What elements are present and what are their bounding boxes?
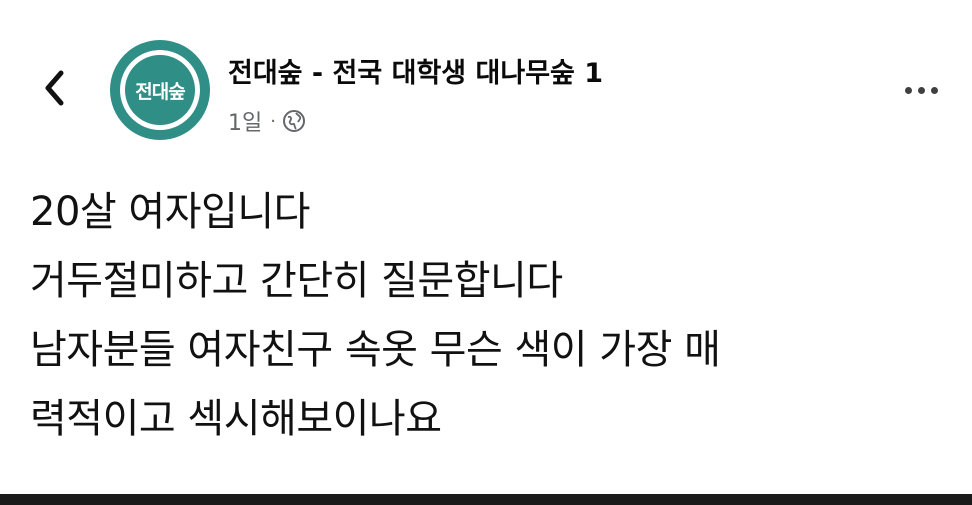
post-text-line: 거두절미하고 간단히 질문합니다 bbox=[30, 258, 563, 304]
more-horizontal-icon bbox=[930, 86, 938, 94]
globe-icon bbox=[282, 109, 306, 133]
more-horizontal-icon bbox=[917, 86, 925, 94]
avatar-ring: 전대숲 bbox=[120, 50, 200, 130]
post-body: 20살 여자입니다 거두절미하고 간단히 질문합니다 남자분들 여자친구 속옷 … bbox=[30, 178, 950, 454]
post-meta: 1일 · bbox=[228, 104, 306, 138]
post-text-line: 남자분들 여자친구 속옷 무슨 색이 가장 매 bbox=[30, 327, 721, 373]
bottom-bar bbox=[0, 494, 972, 505]
chevron-left-icon bbox=[42, 69, 66, 111]
more-options-button[interactable] bbox=[893, 72, 949, 108]
page-name[interactable]: 전대숲 - 전국 대학생 대나무숲 1 bbox=[228, 54, 603, 94]
post-text-line: 력적이고 섹시해보이나요 bbox=[30, 396, 442, 442]
post-timestamp[interactable]: 1일 bbox=[228, 105, 262, 137]
back-button[interactable] bbox=[34, 62, 74, 118]
post-text-line: 20살 여자입니다 bbox=[30, 189, 310, 235]
more-horizontal-icon bbox=[904, 86, 912, 94]
meta-separator: · bbox=[270, 110, 276, 132]
avatar-label: 전대숲 bbox=[125, 55, 195, 125]
avatar[interactable]: 전대숲 bbox=[110, 40, 210, 140]
